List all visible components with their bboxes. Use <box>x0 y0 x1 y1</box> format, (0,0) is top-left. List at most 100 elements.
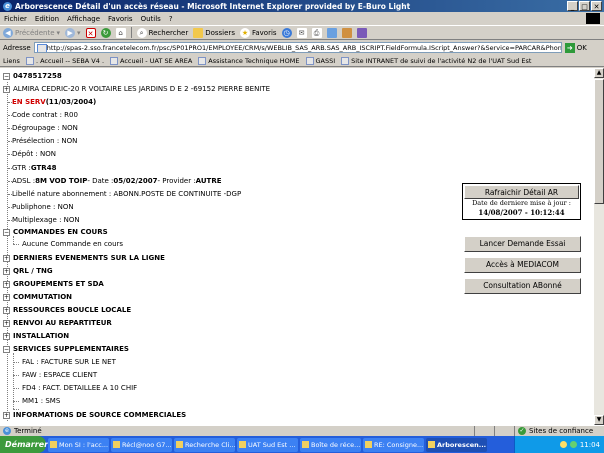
expand-icon[interactable]: + <box>3 254 10 262</box>
menu-edition[interactable]: Edition <box>35 15 59 23</box>
taskbar-item[interactable]: RE: Consigne... <box>363 437 424 452</box>
acces-mediacom-button[interactable]: Accès à MEDIACOM <box>464 257 581 273</box>
tray-icon[interactable] <box>569 441 577 448</box>
address-bar: Adresse http://spas-2.sso.francetelecom.… <box>0 41 604 54</box>
link-uat-se-area[interactable]: Accueil - UAT SE AREA <box>110 56 192 65</box>
tree-commutation[interactable]: + COMMUTATION <box>3 293 72 301</box>
tree-groupements[interactable]: + GROUPEMENTS ET SDA <box>3 280 104 288</box>
tree-publiphone: Publiphone : NON <box>12 203 74 211</box>
lancer-demande-essai-button[interactable]: Lancer Demande Essai <box>464 236 581 252</box>
folders-button[interactable]: Dossiers <box>193 27 235 38</box>
messenger-icon[interactable] <box>356 27 367 38</box>
clock: 11:04 <box>579 440 600 449</box>
service-item: FAL : FACTURE SUR LE NET <box>22 358 116 366</box>
tree-status: EN SERV (11/03/2004) <box>12 98 97 106</box>
link-seba[interactable]: . Accueil -- SEBA V4 . <box>25 56 104 65</box>
minimize-button[interactable]: _ <box>567 1 578 11</box>
tree-commandes[interactable]: − COMMANDES EN COURS <box>3 228 108 236</box>
tree-informations[interactable]: + INFORMATIONS DE SOURCE COMMERCIALES <box>3 411 186 419</box>
page-icon <box>305 56 314 65</box>
forward-arrow-icon: ▶ <box>65 27 76 38</box>
status-bar: e Terminé ✓ Sites de confiance <box>0 425 604 436</box>
start-button[interactable]: Démarrer <box>0 436 48 453</box>
ie-logo-icon: e <box>3 1 12 11</box>
toolbar: ◀ Précédente ▾ ▶ ▾ ✕ ↻ ⌂ ⌕ Rechercher Do… <box>0 25 604 40</box>
refresh-detail-button[interactable]: Rafraichir Détail AR <box>464 185 579 199</box>
taskbar-item-active[interactable]: Arborescen... <box>426 437 487 452</box>
address-input[interactable]: http://spas-2.sso.francetelecom.fr/psc/S… <box>33 42 562 53</box>
expand-icon[interactable]: + <box>3 85 10 93</box>
window-titlebar[interactable]: e Arborescence Détail d'un accès réseau … <box>0 0 604 12</box>
tree-root[interactable]: − 0478517258 <box>3 72 62 80</box>
mail-icon[interactable]: ✉ <box>296 27 307 38</box>
taskbar-item[interactable]: UAT Sud Est ... <box>237 437 298 452</box>
tree-ressources[interactable]: + RESSOURCES BOUCLE LOCALE <box>3 306 131 314</box>
tree-derniers-evenements[interactable]: + DERNIERS EVENEMENTS SUR LA LIGNE <box>3 254 165 262</box>
refresh-icon[interactable]: ↻ <box>100 27 111 38</box>
expand-icon[interactable]: + <box>3 293 10 301</box>
home-icon[interactable]: ⌂ <box>115 27 126 38</box>
vertical-scrollbar[interactable]: ▲ ▼ <box>594 68 604 425</box>
collapse-icon[interactable]: − <box>3 345 10 353</box>
stop-icon[interactable]: ✕ <box>85 27 96 38</box>
link-intranet-suivi[interactable]: Site INTRANET de suivi de l'activité N2 … <box>341 56 531 65</box>
history-icon[interactable]: ◷ <box>281 27 292 38</box>
close-button[interactable]: ✕ <box>591 1 602 11</box>
window-controls: _ □ ✕ <box>567 1 602 11</box>
tree-services[interactable]: − SERVICES SUPPLEMENTAIRES <box>3 345 129 353</box>
tree-aucune-commande: Aucune Commande en cours <box>22 240 124 248</box>
scroll-up-icon[interactable]: ▲ <box>594 68 604 78</box>
link-assistance-technique[interactable]: Assistance Technique HOME <box>198 56 300 65</box>
expand-icon[interactable]: + <box>3 280 10 288</box>
print-icon[interactable]: ⎙ <box>311 27 322 38</box>
expand-icon[interactable]: + <box>3 411 10 419</box>
page-icon <box>25 56 34 65</box>
scroll-thumb[interactable] <box>594 79 604 204</box>
window-icon <box>239 441 246 448</box>
discuss-icon[interactable] <box>341 27 352 38</box>
expand-icon[interactable]: + <box>3 332 10 340</box>
ie-page-icon: e <box>3 427 11 435</box>
link-gassi[interactable]: GASSI <box>305 56 335 65</box>
window-title: Arborescence Détail d'un accès réseau - … <box>15 1 411 11</box>
menubar: Fichier Edition Affichage Favoris Outils… <box>0 13 604 24</box>
taskbar-item[interactable]: Mon SI : l'acc... <box>48 437 109 452</box>
back-button[interactable]: ◀ Précédente ▾ <box>3 27 60 38</box>
tree-renvoi[interactable]: + RENVOI AU REPARTITEUR <box>3 319 112 327</box>
maximize-button[interactable]: □ <box>579 1 590 11</box>
taskbar-item[interactable]: Boîte de réce... <box>300 437 361 452</box>
tree-degroupage: Dégroupage : NON <box>12 124 78 132</box>
menu-fichier[interactable]: Fichier <box>4 15 27 23</box>
forward-button[interactable]: ▶ ▾ <box>65 27 81 38</box>
expand-icon[interactable]: + <box>3 267 10 275</box>
window-icon <box>176 441 183 448</box>
search-button[interactable]: ⌕ Rechercher <box>136 27 188 38</box>
tree-installation[interactable]: + INSTALLATION <box>3 332 69 340</box>
menu-help[interactable]: ? <box>169 15 173 23</box>
address-label: Adresse <box>3 43 31 52</box>
window-icon <box>302 441 309 448</box>
tray-icon[interactable] <box>559 441 567 448</box>
taskbar-item[interactable]: Recherche Cli... <box>174 437 235 452</box>
tree-preselection: Présélection : NON <box>12 137 78 145</box>
favorites-button[interactable]: ★ Favoris <box>239 27 277 38</box>
menu-favoris[interactable]: Favoris <box>108 15 133 23</box>
tree-depot: Dépôt : NON <box>12 150 56 158</box>
toolbar-separator <box>130 27 132 38</box>
tree-multiplexage: Multiplexage : NON <box>12 216 80 224</box>
expand-icon[interactable]: + <box>3 306 10 314</box>
consultation-abonne-button[interactable]: Consultation ABonné <box>464 278 581 294</box>
expand-icon[interactable]: + <box>3 319 10 327</box>
tree-address[interactable]: + ALMIRA CEDRIC-20 R VOLTAIRE LES JARDIN… <box>3 85 270 93</box>
taskbar-item[interactable]: Récl@noo G7... <box>111 437 172 452</box>
collapse-icon[interactable]: − <box>3 228 10 236</box>
forward-dropdown-icon: ▾ <box>77 28 81 37</box>
scroll-down-icon[interactable]: ▼ <box>594 415 604 425</box>
menu-outils[interactable]: Outils <box>141 15 161 23</box>
star-icon: ★ <box>239 27 250 38</box>
collapse-icon[interactable]: − <box>3 72 10 80</box>
edit-icon[interactable] <box>326 27 337 38</box>
tree-qrl[interactable]: + QRL / TNG <box>3 267 53 275</box>
menu-affichage[interactable]: Affichage <box>67 15 100 23</box>
go-button[interactable]: ➜ OK <box>564 42 587 53</box>
